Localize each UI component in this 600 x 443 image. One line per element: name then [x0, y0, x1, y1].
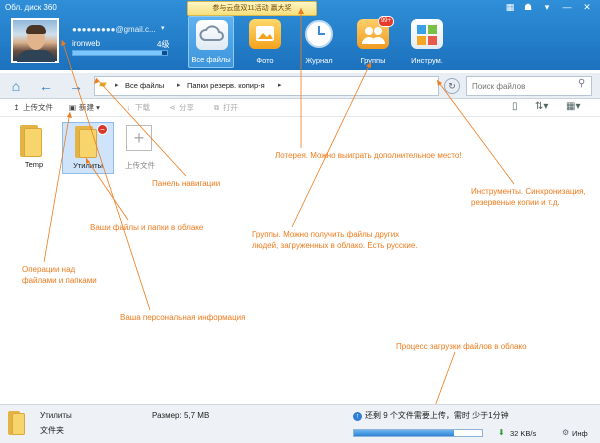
- annotation-lottery: Лотерея. Можно выиграть дополнительное м…: [275, 151, 462, 160]
- shirt-icon[interactable]: ☗: [521, 2, 535, 13]
- search-icon[interactable]: ⚲: [578, 78, 585, 89]
- groups-badge: 99+: [377, 16, 394, 27]
- user-email[interactable]: ●●●●●●●●●@gmail.c...: [72, 25, 156, 34]
- tab-groups[interactable]: 99+ Группы: [350, 16, 396, 68]
- selected-item-name: Утилиты: [40, 411, 72, 420]
- selected-item-size: Размер: 5,7 MB: [152, 411, 210, 420]
- crumb-backup-folders[interactable]: Папки резерв. копир-я: [187, 81, 265, 90]
- cloud-icon: [196, 20, 228, 50]
- storage-bar-fill: [73, 51, 163, 55]
- chevron-down-icon[interactable]: ▾: [161, 24, 165, 32]
- annotation-groups: Группы. Можно получить файлы других люде…: [252, 230, 418, 250]
- open-icon: ⧉: [213, 103, 220, 112]
- annotation-personal-info: Ваша персональная информация: [120, 313, 246, 322]
- new-folder-icon: ▣: [68, 103, 77, 112]
- info-link[interactable]: Инф: [572, 429, 588, 438]
- file-item-temp[interactable]: Temp: [8, 122, 60, 174]
- file-item-utilities[interactable]: − Утилиты: [62, 122, 114, 174]
- menu-dropdown-icon[interactable]: ▾: [540, 2, 554, 13]
- file-item-upload[interactable]: + 上传文件: [114, 122, 166, 174]
- selected-item-type: 文件夹: [40, 426, 64, 435]
- share-icon: ⋖: [169, 103, 176, 112]
- upload-button[interactable]: ↥ 上传文件: [12, 102, 53, 113]
- upload-status-icon: ↑: [353, 412, 362, 421]
- tools-icon: [411, 19, 443, 49]
- upload-progress-fill: [354, 430, 454, 436]
- crumb-all-files[interactable]: Все файлы: [125, 81, 164, 90]
- panel-view-icon[interactable]: ▯: [512, 101, 518, 112]
- tab-all-files[interactable]: Все файлы: [188, 16, 234, 68]
- forward-button[interactable]: →: [66, 76, 86, 96]
- new-button[interactable]: ▣ 新建 ▾: [68, 102, 100, 113]
- app-title: Обл. диск 360: [5, 3, 57, 12]
- grid-view-icon[interactable]: ▦▾: [566, 101, 580, 112]
- refresh-button[interactable]: ↻: [444, 78, 460, 94]
- tab-tools[interactable]: Инструм.: [404, 16, 450, 68]
- user-name: ironweb: [72, 39, 101, 48]
- home-button[interactable]: ⌂: [6, 76, 26, 96]
- app-header: Обл. диск 360 参与云盘双11活动 赢大奖 ▦ ☗ ▾ — ✕ ●●…: [0, 0, 600, 70]
- annotation-operations: Операции над файлами и папками: [22, 265, 97, 285]
- upload-status: ↑ 还剩 9 个文件需要上传，需时 少于1分钟: [353, 410, 509, 421]
- tab-journal[interactable]: Журнал: [296, 16, 342, 68]
- add-icon: +: [126, 125, 152, 151]
- action-toolbar: ↥ 上传文件 ▣ 新建 ▾ ↓ 下载 ⋖ 分享 ⧉ 打开 ▯ ⇅▾ ▦▾: [0, 99, 600, 117]
- transfer-speed: 32 KB/s: [510, 429, 537, 438]
- address-bar: ⌂ ← → ▰ ▸ Все файлы ▸ Папки резерв. копи…: [0, 73, 600, 99]
- annotation-navigation: Панель навигации: [152, 179, 221, 188]
- tab-photos[interactable]: Фото: [242, 16, 288, 68]
- status-bar: Утилиты 文件夹 Размер: 5,7 MB ↑ 还剩 9 个文件需要上传…: [0, 404, 600, 443]
- upload-progress-bar: [353, 429, 483, 437]
- minimize-button[interactable]: —: [560, 2, 574, 12]
- skin-icon[interactable]: ▦: [503, 2, 517, 13]
- chevron-right-icon[interactable]: ▸: [177, 81, 181, 89]
- photo-icon: [249, 19, 281, 49]
- close-button[interactable]: ✕: [580, 2, 594, 13]
- upload-icon: ↥: [13, 103, 20, 112]
- download-button[interactable]: ↓ 下载: [124, 102, 150, 113]
- open-button[interactable]: ⧉ 打开: [212, 102, 238, 113]
- chevron-right-icon[interactable]: ▸: [278, 81, 282, 89]
- folder-icon: [18, 125, 46, 157]
- breadcrumb[interactable]: ▰ ▸ Все файлы ▸ Папки резерв. копир-я ▸: [94, 76, 439, 96]
- download-icon: ↓: [126, 103, 131, 112]
- chevron-right-icon[interactable]: ▸: [115, 81, 119, 89]
- storage-bar: [72, 50, 168, 56]
- share-button[interactable]: ⋖ 分享: [168, 102, 194, 113]
- folder-icon: [8, 411, 26, 435]
- folder-icon: ▰: [99, 79, 107, 90]
- promo-banner[interactable]: 参与云盘双11活动 赢大奖: [187, 1, 317, 16]
- back-button[interactable]: ←: [36, 76, 56, 96]
- user-level: 4级: [157, 40, 170, 49]
- annotation-cloud-files: Ваши файлы и папки в облаке: [90, 223, 204, 232]
- arrow-down-icon: ⬇: [498, 428, 505, 437]
- clock-icon: [303, 19, 335, 49]
- annotation-upload-progress: Процесс загрузки файлов в облако: [396, 342, 527, 351]
- avatar[interactable]: [11, 18, 59, 63]
- search-input[interactable]: [466, 76, 592, 96]
- sort-icon[interactable]: ⇅▾: [535, 101, 548, 112]
- annotation-tools: Инструменты. Синхронизация, резервеные к…: [471, 187, 586, 207]
- remove-icon[interactable]: −: [97, 124, 108, 135]
- gear-icon[interactable]: ⚙: [562, 428, 569, 437]
